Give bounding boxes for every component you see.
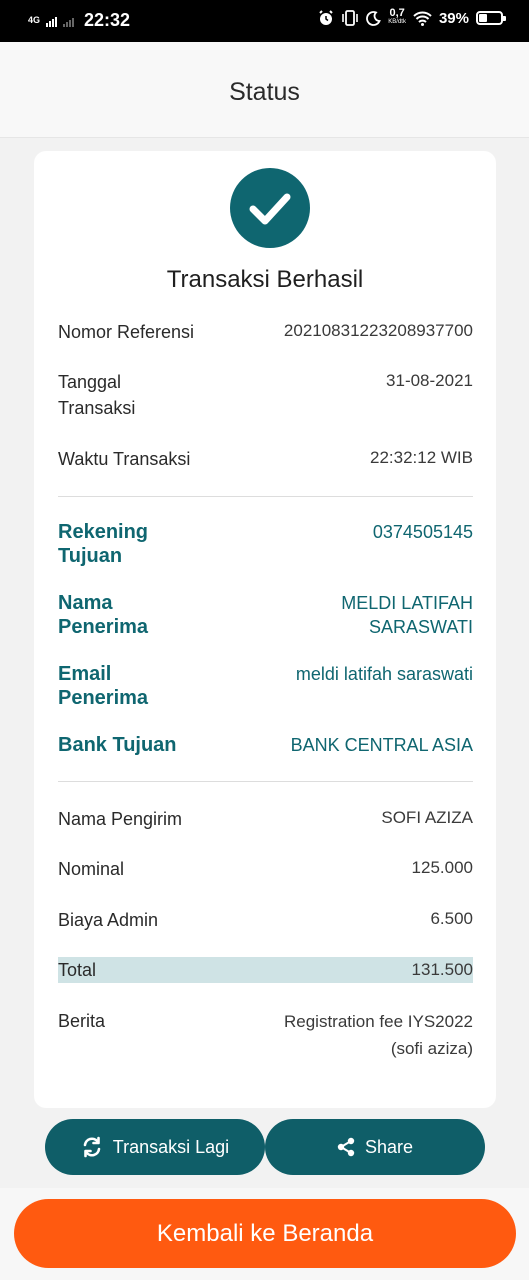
recipient-name-line1: MELDI LATIFAH [341,593,473,613]
repeat-transaction-button[interactable]: Transaksi Lagi [45,1119,265,1175]
summary-row-sender: Nama Pengirim SOFI AZIZA [58,806,473,832]
total-value: 131.500 [411,960,473,979]
signal-icon [46,15,58,27]
battery-icon [476,11,506,25]
total-label: Total [58,960,97,980]
email-label: Email Penerima [58,662,148,710]
sender-value: SOFI AZIZA [381,808,473,827]
share-button[interactable]: Share [265,1119,485,1175]
summary-row-admin-fee: Biaya Admin 6.500 [58,907,473,933]
account-value: 0374505145 [372,522,473,542]
recipient-name-label: Nama Penerima [58,591,148,639]
back-to-home-label: Kembali ke Beranda [156,1219,374,1247]
note-line1: Registration fee IYS2022 [283,1012,473,1031]
detail-row-time: Waktu Transaksi 22:32:12 WIB [58,446,473,472]
status-right: 0,7 KB/dtk 39% [318,7,506,27]
recipient-name-line2: SARASWATI [368,617,473,637]
date-value: 31-08-2021 [386,371,473,390]
reference-label: Nomor Referensi [58,322,195,342]
clock: 22:32 [84,10,131,30]
recipient-name-label-line1: Nama [58,592,113,614]
time-value: 22:32:12 WIB [369,448,473,467]
refresh-icon [83,1136,101,1158]
repeat-transaction-label: Transaksi Lagi [112,1136,230,1157]
admin-fee-value: 6.500 [430,909,473,928]
back-to-home-button[interactable]: Kembali ke Beranda [14,1199,516,1268]
success-badge [230,168,310,248]
admin-fee-label: Biaya Admin [58,910,159,930]
bank-label: Bank Tujuan [58,734,177,756]
time-label: Waktu Transaksi [58,449,191,469]
note-value: Registration fee IYS2022 (sofi aziza) [284,1008,473,1062]
recipient-row-name: Nama Penerima MELDI LATIFAH SARASWATI [58,591,473,641]
date-label-line1: Tanggal [58,372,122,392]
recipient-name-value: MELDI LATIFAH SARASWATI [341,591,473,639]
wifi-icon [413,11,432,26]
account-label-line1: Rekening [58,521,149,543]
nominal-label: Nominal [58,859,125,879]
speed-unit: KB/dtk [388,19,406,25]
bank-value: BANK CENTRAL ASIA [290,735,473,755]
system-status-bar: 4G 22:32 0,7 KB/dtk 39% [0,0,529,42]
date-label: Tanggal Transaksi [58,369,135,421]
note-line2: (sofi aziza) [390,1039,473,1058]
recipient-row-bank: Bank Tujuan BANK CENTRAL ASIA [58,733,473,759]
status-left: 4G 22:32 [28,10,130,31]
summary-row-nominal: Nominal 125.000 [58,856,473,882]
date-label-line2: Transaksi [58,398,136,418]
battery-percent: 39% [438,9,469,27]
vibrate-icon [342,10,359,26]
recipient-row-email: Email Penerima meldi latifah saraswati [58,662,473,712]
transaction-status-title: Transaksi Berhasil [166,266,364,293]
signal-secondary-icon [63,15,75,27]
email-label-line2: Penerima [58,687,149,709]
alarm-icon [319,10,333,25]
do-not-disturb-moon-icon [366,10,382,26]
account-label: Rekening Tujuan [58,520,148,568]
nominal-value: 125.000 [411,858,473,877]
recipient-row-account: Rekening Tujuan 0374505145 [58,520,473,570]
divider [58,781,473,782]
note-label: Berita [58,1011,106,1031]
summary-row-total: Total 131.500 [58,957,473,983]
speed-value: 0,7 [389,7,405,19]
network-type: 4G [28,15,41,25]
detail-row-date: Tanggal Transaksi 31-08-2021 [58,369,473,421]
account-label-line2: Tujuan [58,545,123,567]
divider [58,496,473,497]
sender-label: Nama Pengirim [58,809,183,829]
network-speed: 0,7 KB/dtk [388,7,406,27]
summary-row-note: Berita Registration fee IYS2022 (sofi az… [58,1008,473,1060]
page-title: Status [229,78,300,106]
detail-row-reference: Nomor Referensi 20210831223208937700 [58,319,473,345]
share-icon [337,1137,355,1157]
app-header: Status [0,42,529,138]
email-value: meldi latifah saraswati [295,664,473,684]
check-icon [249,193,291,225]
recipient-name-label-line2: Penerima [58,616,149,638]
email-label-line1: Email [58,663,112,685]
reference-value: 20210831223208937700 [283,321,473,340]
share-label: Share [364,1136,414,1157]
transaction-receipt-card: Transaksi Berhasil Nomor Referensi 20210… [34,151,496,1108]
